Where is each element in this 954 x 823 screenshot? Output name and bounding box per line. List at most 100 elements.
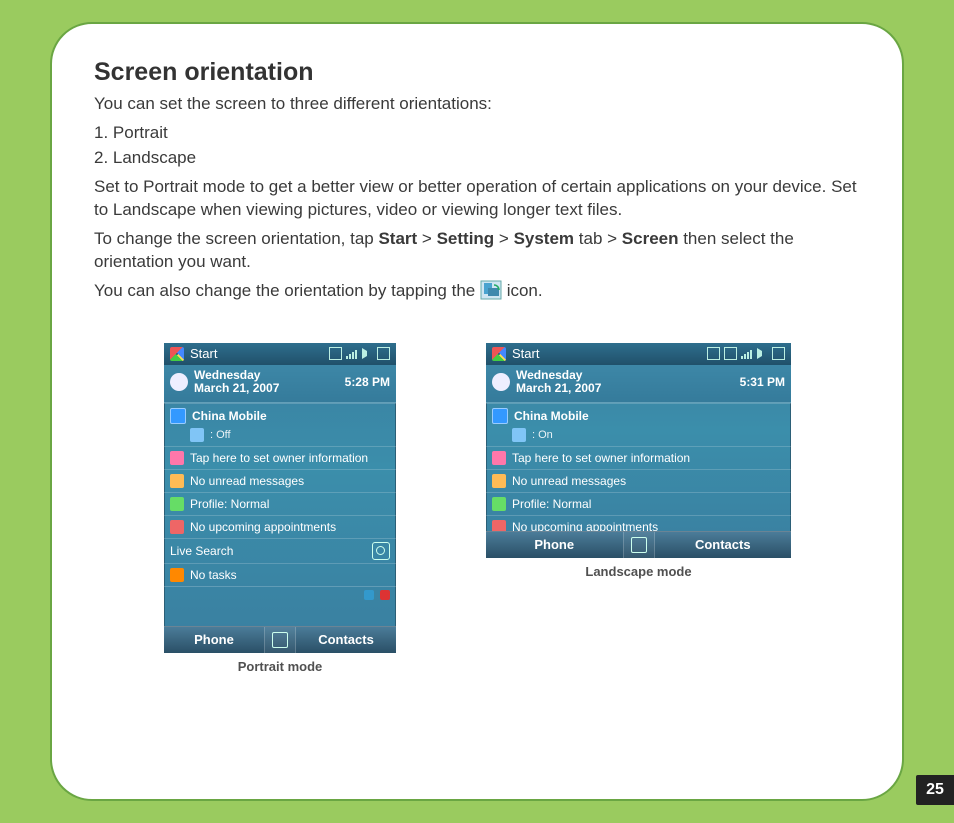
- intro-text: You can set the screen to three differen…: [94, 93, 860, 116]
- date-label: March 21, 2007: [194, 381, 279, 395]
- carrier-sub-row: : On: [506, 428, 791, 446]
- nav-sep1: >: [417, 229, 436, 248]
- messages-text: No unread messages: [190, 474, 304, 488]
- nav-system: System: [514, 229, 574, 248]
- nav-start: Start: [378, 229, 417, 248]
- tasks-text: No tasks: [190, 568, 237, 582]
- profile-row: Profile: Normal: [164, 492, 396, 515]
- system-tray: [707, 347, 785, 360]
- system-tray: [329, 347, 390, 360]
- date-row: Wednesday March 21, 2007 5:28 PM: [164, 365, 396, 404]
- softkey-keyboard-icon: [623, 532, 655, 558]
- mail-icon: [170, 474, 184, 488]
- start-label: Start: [190, 346, 217, 361]
- paragraph-icon: You can also change the orientation by t…: [94, 280, 860, 303]
- appoint-row: No upcoming appointments: [164, 515, 396, 538]
- nav-pre: To change the screen orientation, tap: [94, 229, 378, 248]
- status-bar: [164, 586, 396, 603]
- softkey-bar: Phone Contacts: [164, 626, 396, 653]
- paragraph-navigation: To change the screen orientation, tap St…: [94, 228, 860, 274]
- appoint-text: No upcoming appointments: [190, 520, 336, 534]
- mail-icon: [492, 474, 506, 488]
- time-label: 5:28 PM: [345, 375, 390, 389]
- day-label: Wednesday: [516, 368, 582, 382]
- task-icon: [170, 568, 184, 582]
- signal-icon: [346, 348, 358, 359]
- clock-icon: [492, 373, 510, 391]
- windows-flag-icon: [492, 347, 506, 361]
- softkey-bar: Phone Contacts: [486, 531, 791, 558]
- start-label: Start: [512, 346, 539, 361]
- page-number: 25: [916, 775, 954, 805]
- calendar-icon: [170, 520, 184, 534]
- carrier-sub: : On: [532, 429, 553, 441]
- nav-screen: Screen: [622, 229, 679, 248]
- portrait-column: Start Wednesday March 21, 2007: [164, 343, 396, 674]
- carrier-sub: : Off: [210, 429, 231, 441]
- owner-row: Tap here to set owner information: [164, 446, 396, 469]
- messages-text: No unread messages: [512, 474, 626, 488]
- portrait-screenshot: Start Wednesday March 21, 2007: [164, 343, 396, 653]
- status-icon: [724, 347, 737, 360]
- status-icon: [329, 347, 342, 360]
- topbar: Start: [164, 343, 396, 365]
- tasks-row: No tasks: [164, 563, 396, 586]
- speaker-icon: [757, 348, 768, 359]
- messages-row: No unread messages: [486, 469, 791, 492]
- softkey-contacts: Contacts: [655, 532, 792, 558]
- softkey-phone: Phone: [486, 532, 623, 558]
- carrier-sub-row: : Off: [184, 428, 396, 446]
- carrier-row: China Mobile: [164, 403, 396, 428]
- time-label: 5:31 PM: [740, 375, 785, 389]
- section-title: Screen orientation: [94, 58, 860, 87]
- profile-icon: [492, 497, 506, 511]
- list-item-1: 1. Portrait: [94, 122, 860, 145]
- search-label: Live Search: [170, 544, 233, 558]
- carrier-label: China Mobile: [192, 409, 267, 423]
- user-icon: [492, 451, 506, 465]
- screenshot-row: Start Wednesday March 21, 2007: [94, 343, 860, 674]
- icon-sentence-post: icon.: [507, 281, 543, 300]
- profile-text: Profile: Normal: [512, 497, 591, 511]
- antenna-icon: [492, 408, 508, 424]
- status-dot-icon: [364, 590, 374, 600]
- carrier-label: China Mobile: [514, 409, 589, 423]
- softkey-keyboard-icon: [264, 627, 296, 653]
- manual-page: Screen orientation You can set the scree…: [50, 22, 904, 801]
- signal-icon: [741, 348, 753, 359]
- status-icon: [707, 347, 720, 360]
- search-row: Live Search: [164, 538, 396, 563]
- bluetooth-icon: [190, 428, 204, 442]
- owner-text: Tap here to set owner information: [190, 451, 368, 465]
- topbar: Start: [486, 343, 791, 365]
- softkey-phone: Phone: [164, 627, 264, 653]
- paragraph-modes: Set to Portrait mode to get a better vie…: [94, 176, 860, 222]
- nav-tab: tab >: [574, 229, 622, 248]
- landscape-column: Start Wednesday March 21, 2007: [486, 343, 791, 674]
- alert-dot-icon: [380, 590, 390, 600]
- profile-row: Profile: Normal: [486, 492, 791, 515]
- user-icon: [170, 451, 184, 465]
- landscape-caption: Landscape mode: [486, 564, 791, 579]
- speaker-icon: [362, 348, 373, 359]
- icon-sentence-pre: You can also change the orientation by t…: [94, 281, 480, 300]
- messages-row: No unread messages: [164, 469, 396, 492]
- carrier-row: China Mobile: [486, 403, 791, 428]
- owner-row: Tap here to set owner information: [486, 446, 791, 469]
- bluetooth-icon: [512, 428, 526, 442]
- clock-icon: [170, 373, 188, 391]
- nav-setting: Setting: [437, 229, 495, 248]
- landscape-screenshot: Start Wednesday March 21, 2007: [486, 343, 791, 558]
- windows-flag-icon: [170, 347, 184, 361]
- search-icon: [372, 542, 390, 560]
- portrait-caption: Portrait mode: [164, 659, 396, 674]
- date-row: Wednesday March 21, 2007 5:31 PM: [486, 365, 791, 404]
- day-label: Wednesday: [194, 368, 260, 382]
- rotate-icon: [480, 280, 502, 300]
- date-label: March 21, 2007: [516, 381, 601, 395]
- profile-icon: [170, 497, 184, 511]
- profile-text: Profile: Normal: [190, 497, 269, 511]
- softkey-contacts: Contacts: [296, 627, 396, 653]
- antenna-icon: [170, 408, 186, 424]
- nav-sep2: >: [494, 229, 513, 248]
